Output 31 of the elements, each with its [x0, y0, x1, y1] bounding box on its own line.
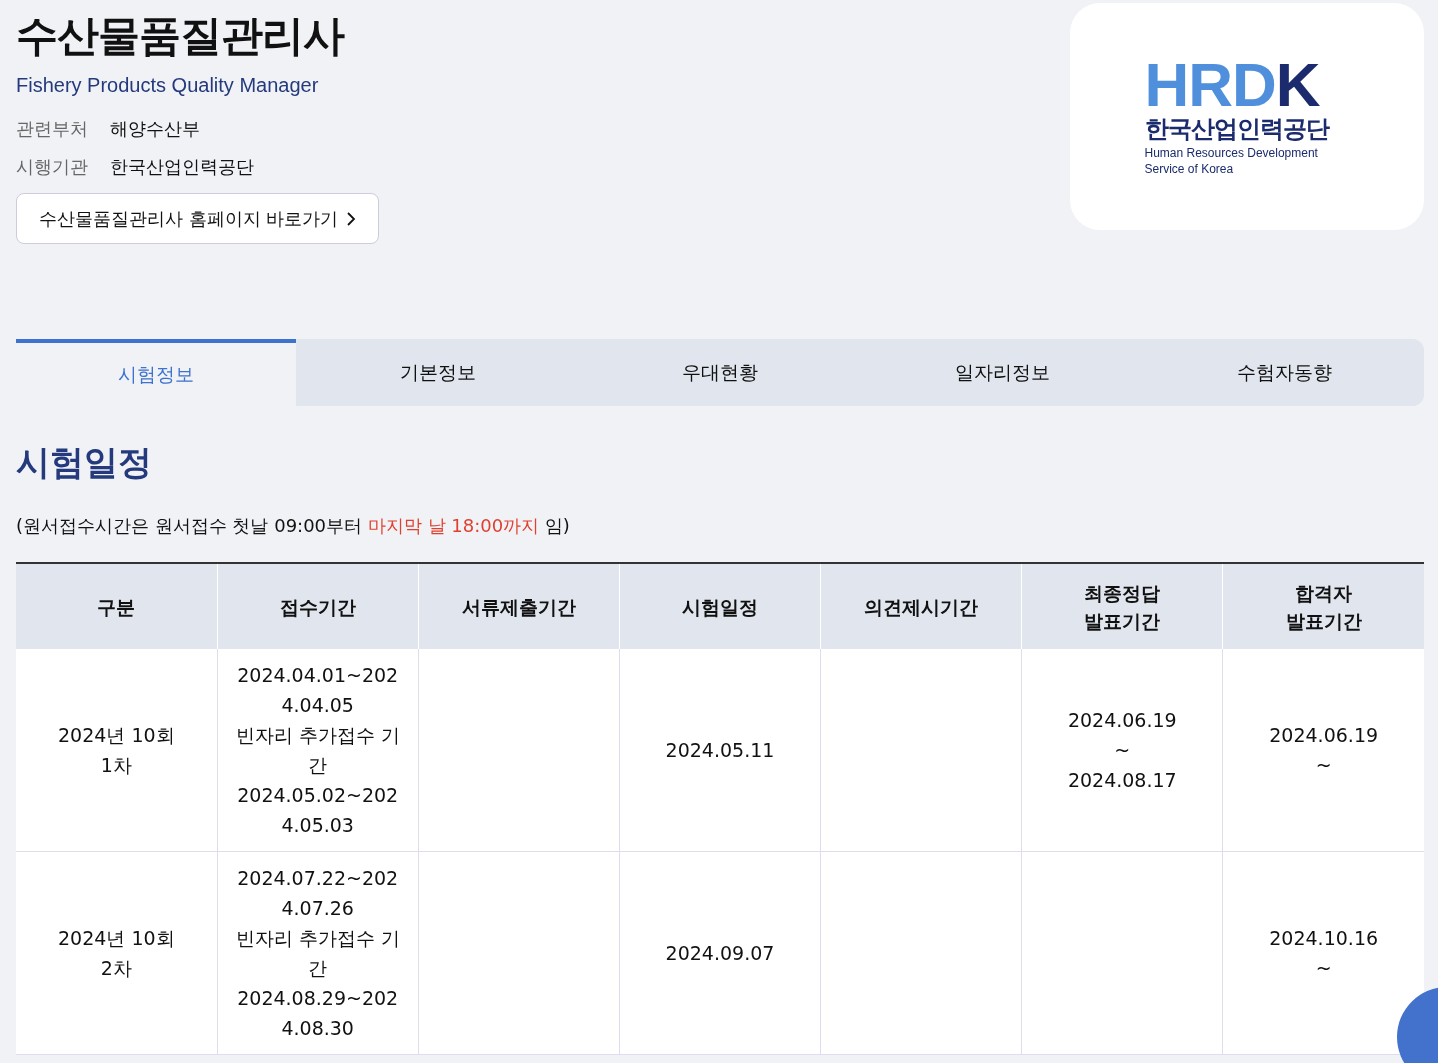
column-header: 접수기간	[217, 563, 419, 649]
column-header: 최종정답 발표기간	[1021, 563, 1223, 649]
logo-name: 한국산업인력공단	[1144, 113, 1330, 145]
column-header: 시험일정	[619, 563, 821, 649]
info-value: 해양수산부	[110, 117, 200, 141]
info-label: 시행기관	[16, 155, 88, 179]
notice-text: (원서접수시간은 원서접수 첫날 09:00부터 마지막 날 18:00까지 임)	[16, 514, 571, 538]
table-cell: 2024.06.19 ~	[1222, 649, 1424, 852]
table-cell: 2024.04.01~2024.04.05 빈자리 추가접수 기간 2024.05.02~2024.05.03	[217, 649, 419, 852]
chevron-right-icon	[346, 210, 357, 227]
section-title: 시험일정	[16, 441, 153, 484]
logo-english-name: Service of Korea	[1144, 160, 1235, 177]
english-title: Fishery Products Quality Manager	[16, 74, 320, 97]
column-header: 합격자 발표기간	[1222, 563, 1424, 649]
homepage-link-button[interactable]: 수산물품질관리사 홈페이지 바로가기	[16, 193, 380, 244]
logo-mark: HRDK	[1144, 56, 1320, 113]
page-title: 수산물품질관리사	[16, 10, 346, 62]
table-cell: 2024년 10회 2차	[16, 851, 218, 1055]
table-cell: 2024년 10회 1차	[16, 649, 218, 852]
table-cell: 2024.10.16 ~	[1222, 851, 1424, 1055]
info-value: 한국산업인력공단	[110, 155, 254, 179]
tab[interactable]: 시험정보	[16, 339, 296, 406]
logo-english-name: Human Resources Development	[1144, 144, 1319, 161]
table-cell: 2024.09.07	[619, 851, 821, 1055]
column-header: 의견제시기간	[820, 563, 1022, 649]
table-cell: 2024.06.19 ~ 2024.08.17	[1021, 649, 1223, 852]
column-header: 서류제출기간	[418, 563, 620, 649]
table-cell: 2024.07.22~2024.07.26 빈자리 추가접수 기간 2024.08.29~2024.08.30	[217, 851, 419, 1055]
info-label: 관련부처	[16, 117, 88, 141]
table-cell: 2024.05.11	[619, 649, 821, 852]
column-header: 구분	[16, 563, 218, 649]
